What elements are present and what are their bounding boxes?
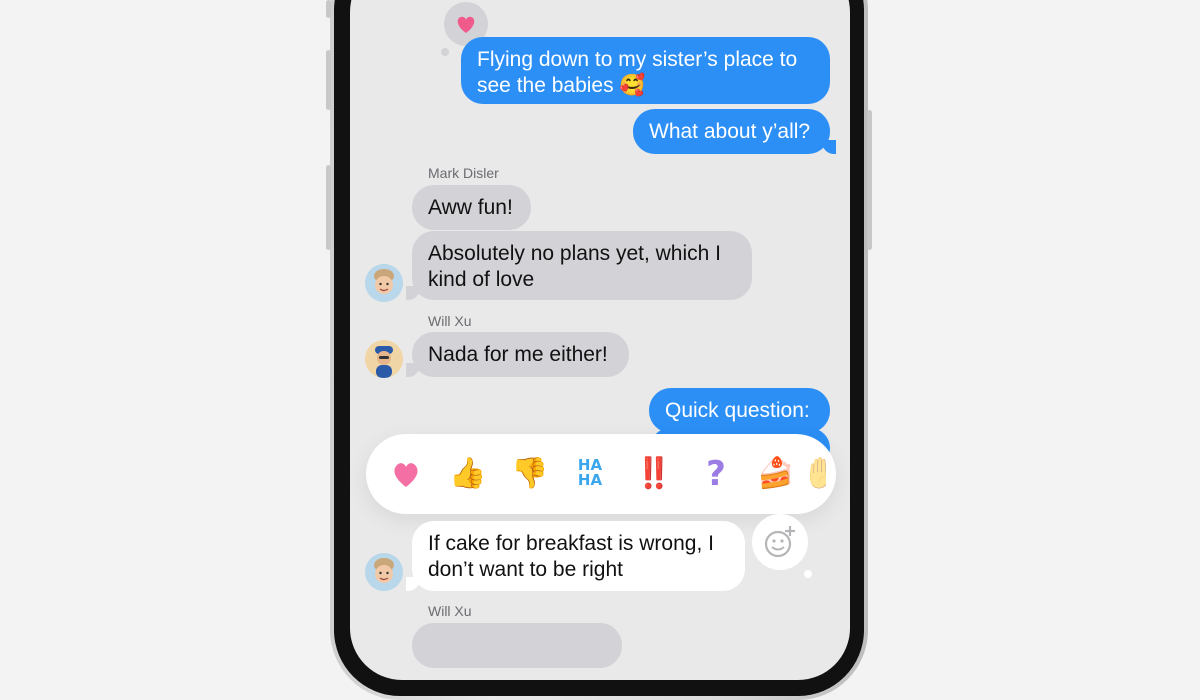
incoming-message-bubble[interactable]: Aww fun! xyxy=(412,185,531,230)
memoji-avatar[interactable] xyxy=(365,264,403,302)
memoji-avatar-will[interactable] xyxy=(365,340,403,378)
reaction-tail-dot xyxy=(441,48,449,56)
sender-name: Mark Disler xyxy=(428,165,499,181)
bubble-tail xyxy=(406,286,420,300)
incoming-message-bubble[interactable]: Absolutely no plans yet, which I kind of… xyxy=(412,231,752,300)
bubble-tail xyxy=(406,577,420,591)
emoji-add-tail-dot xyxy=(804,570,812,578)
add-emoji-reaction-button[interactable] xyxy=(752,514,808,570)
emoji-add-icon xyxy=(764,526,795,558)
memoji-avatar-will-icon xyxy=(365,340,403,378)
volume-up-button xyxy=(326,0,331,18)
tapback-thumbs-up[interactable]: 👍 xyxy=(446,456,490,492)
outgoing-message-bubble[interactable]: Quick question: xyxy=(649,388,830,433)
messages-screen: Flying down to my sister’s place to see … xyxy=(350,0,850,680)
tapback-more[interactable]: ✋ xyxy=(802,456,826,492)
selected-message-bubble[interactable]: If cake for breakfast is wrong, I don’t … xyxy=(412,521,745,591)
tapback-question[interactable]: ? xyxy=(694,456,738,492)
tapback-heart[interactable] xyxy=(384,456,428,492)
volume-down-button xyxy=(326,165,331,250)
incoming-message-bubble[interactable]: Nada for me either! xyxy=(412,332,629,377)
outgoing-message-bubble[interactable]: Flying down to my sister’s place to see … xyxy=(461,37,830,104)
sender-name: Will Xu xyxy=(428,603,472,619)
bubble-tail xyxy=(822,140,836,154)
bubble-tail xyxy=(406,363,420,377)
memoji-avatar[interactable] xyxy=(365,553,403,591)
power-button xyxy=(867,110,872,250)
tapback-exclamation[interactable]: ‼️ xyxy=(632,456,676,492)
outgoing-message-bubble[interactable]: What about y’all? xyxy=(633,109,830,154)
memoji-avatar-icon xyxy=(365,264,403,302)
tapback-haha[interactable]: HA HA xyxy=(570,458,610,494)
volume-button xyxy=(326,50,331,110)
tapback-thumbs-down[interactable]: 👎 xyxy=(508,456,552,492)
tapback-cake[interactable]: 🍰 xyxy=(754,456,798,492)
tapback-menu: 👍 👎 HA HA ‼️ ? 🍰 ✋ xyxy=(366,434,836,514)
incoming-message-bubble[interactable] xyxy=(412,623,622,668)
heart-icon xyxy=(394,463,418,487)
memoji-avatar-icon xyxy=(365,553,403,591)
sender-name: Will Xu xyxy=(428,313,472,329)
